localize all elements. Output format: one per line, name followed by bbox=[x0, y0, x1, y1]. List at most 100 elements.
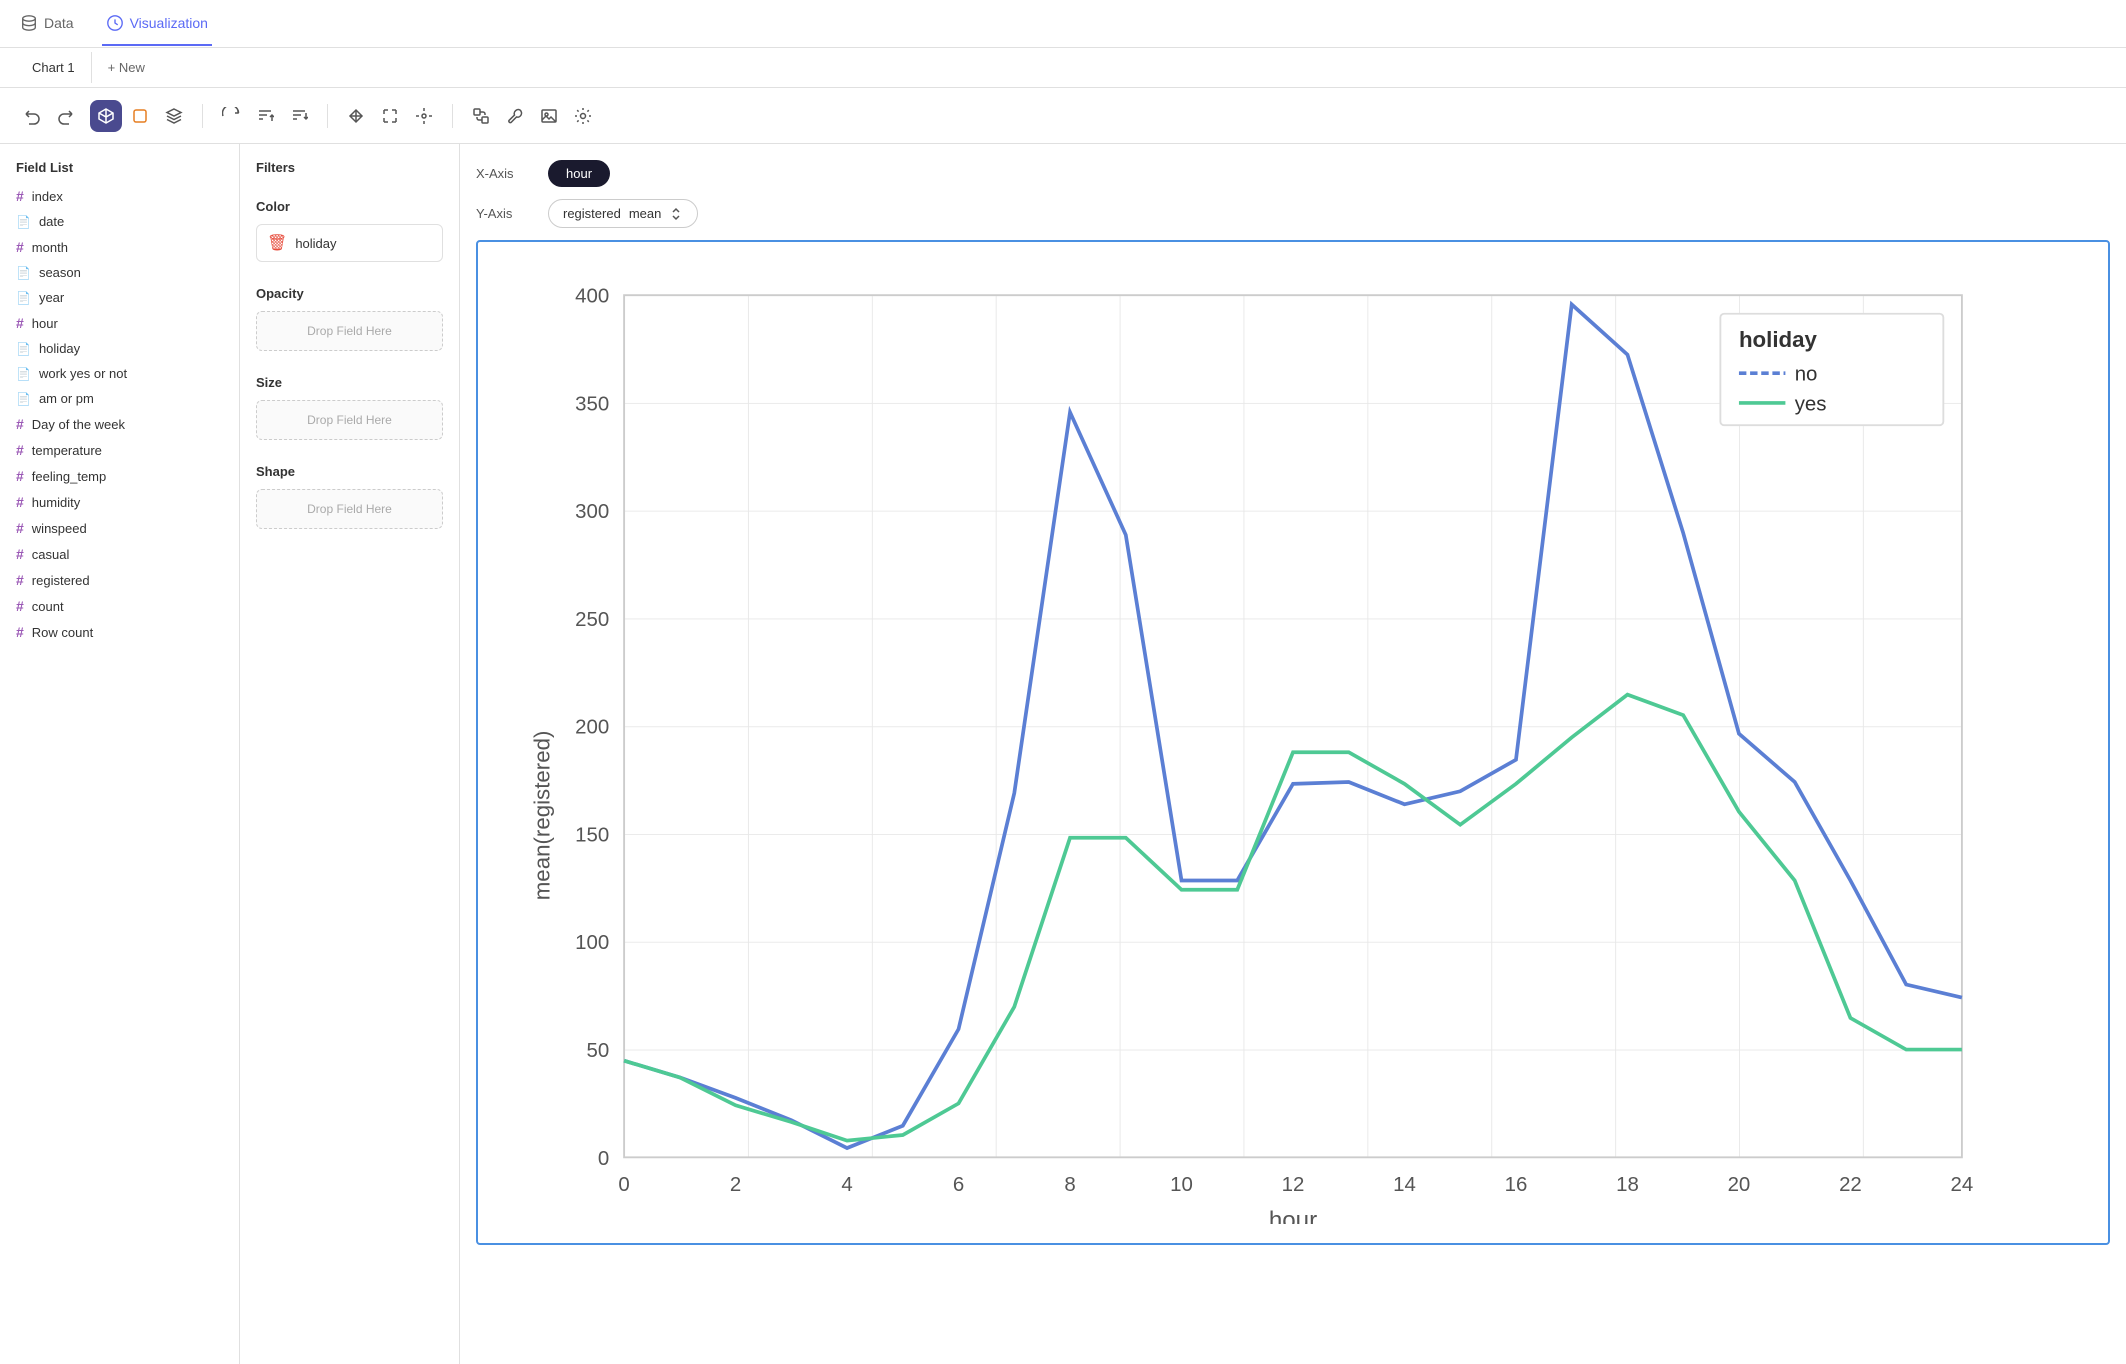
hash-icon: # bbox=[16, 468, 24, 484]
field-label: winspeed bbox=[32, 521, 87, 536]
y-tick-400: 400 bbox=[575, 286, 609, 308]
x-tick-14: 14 bbox=[1393, 1174, 1416, 1196]
visualization-icon bbox=[106, 14, 124, 32]
expand-settings-button[interactable] bbox=[408, 100, 440, 132]
field-item-feeling_temp[interactable]: # feeling_temp bbox=[0, 463, 239, 489]
toolbar-sort-group bbox=[215, 100, 315, 132]
x-tick-20: 20 bbox=[1728, 1174, 1751, 1196]
y-tick-250: 250 bbox=[575, 609, 609, 631]
nav-visualization[interactable]: Visualization bbox=[102, 2, 212, 46]
doc-icon: 📄 bbox=[16, 342, 31, 356]
field-item-temperature[interactable]: #temperature bbox=[0, 437, 239, 463]
transform-button[interactable] bbox=[465, 100, 497, 132]
filters-section: Filters bbox=[256, 160, 443, 175]
field-list-panel: Field List #index📄date#month📄season📄year… bbox=[0, 144, 240, 1364]
size-drop[interactable]: Drop Field Here bbox=[256, 400, 443, 440]
hash-icon: # bbox=[16, 239, 24, 255]
image-button[interactable] bbox=[533, 100, 565, 132]
field-item-day-of-the-week[interactable]: #Day of the week bbox=[0, 411, 239, 437]
hash-icon: # bbox=[16, 416, 24, 432]
expand-settings-icon bbox=[415, 107, 433, 125]
color-chip-delete[interactable]: 🗑 bbox=[267, 233, 287, 253]
chart-container: mean(registered) 400 350 300 250 bbox=[476, 240, 2110, 1245]
viz-mode-button[interactable] bbox=[90, 100, 122, 132]
x-axis-pill[interactable]: hour bbox=[548, 160, 610, 187]
x-axis-row: X-Axis hour bbox=[476, 160, 2110, 187]
transform-icon bbox=[472, 107, 490, 125]
field-item-season[interactable]: 📄season bbox=[0, 260, 239, 285]
field-item-registered[interactable]: #registered bbox=[0, 567, 239, 593]
sort-asc-button[interactable] bbox=[249, 100, 281, 132]
chevron-updown-icon bbox=[669, 207, 683, 221]
tab-chart1[interactable]: Chart 1 bbox=[16, 52, 92, 83]
x-tick-8: 8 bbox=[1064, 1174, 1075, 1196]
sort-desc-button[interactable] bbox=[283, 100, 315, 132]
field-item-hour[interactable]: #hour bbox=[0, 310, 239, 336]
wrench-button[interactable] bbox=[499, 100, 531, 132]
field-label: season bbox=[39, 265, 81, 280]
opacity-drop[interactable]: Drop Field Here bbox=[256, 311, 443, 351]
image-icon bbox=[540, 107, 558, 125]
sort-desc-icon bbox=[290, 107, 308, 125]
x-axis-label: X-Axis bbox=[476, 166, 536, 181]
toolbar-tools-group bbox=[465, 100, 599, 132]
nav-data[interactable]: Data bbox=[16, 2, 78, 46]
field-item-date[interactable]: 📄date bbox=[0, 209, 239, 234]
refresh-button[interactable] bbox=[215, 100, 247, 132]
toolbar-history-group bbox=[16, 100, 82, 132]
y-axis-chart-label: mean(registered) bbox=[530, 731, 555, 901]
field-label: am or pm bbox=[39, 391, 94, 406]
layers-button[interactable] bbox=[158, 100, 190, 132]
sort-asc-icon bbox=[256, 107, 274, 125]
field-label: feeling_temp bbox=[32, 469, 106, 484]
move-button[interactable] bbox=[340, 100, 372, 132]
x-tick-22: 22 bbox=[1839, 1174, 1862, 1196]
field-list-title: Field List bbox=[0, 156, 239, 183]
chart-svg: mean(registered) 400 350 300 250 bbox=[494, 258, 2092, 1224]
field-item-row-count[interactable]: #Row count bbox=[0, 619, 239, 645]
opacity-placeholder: Drop Field Here bbox=[307, 324, 392, 338]
tab-bar: Chart 1 + New bbox=[0, 48, 2126, 88]
y-tick-100: 100 bbox=[575, 932, 609, 954]
field-item-winspeed[interactable]: #winspeed bbox=[0, 515, 239, 541]
highlight-button[interactable] bbox=[124, 100, 156, 132]
field-item-humidity[interactable]: #humidity bbox=[0, 489, 239, 515]
tab-new-label: + New bbox=[108, 60, 145, 75]
undo-button[interactable] bbox=[16, 100, 48, 132]
field-item-casual[interactable]: #casual bbox=[0, 541, 239, 567]
field-item-index[interactable]: #index bbox=[0, 183, 239, 209]
field-item-holiday[interactable]: 📄holiday bbox=[0, 336, 239, 361]
x-tick-4: 4 bbox=[841, 1174, 852, 1196]
color-chip[interactable]: 🗑 holiday bbox=[256, 224, 443, 262]
y-tick-0: 0 bbox=[598, 1148, 609, 1170]
field-item-year[interactable]: 📄year bbox=[0, 285, 239, 310]
image-config-button[interactable] bbox=[567, 100, 599, 132]
x-tick-10: 10 bbox=[1170, 1174, 1193, 1196]
hash-icon: # bbox=[16, 572, 24, 588]
field-item-count[interactable]: #count bbox=[0, 593, 239, 619]
image-config-icon bbox=[574, 107, 592, 125]
redo-button[interactable] bbox=[50, 100, 82, 132]
separator-1 bbox=[202, 104, 203, 128]
expand-icon bbox=[381, 107, 399, 125]
size-title: Size bbox=[256, 375, 443, 390]
field-item-am-or-pm[interactable]: 📄am or pm bbox=[0, 386, 239, 411]
field-item-work-yes-or-not[interactable]: 📄work yes or not bbox=[0, 361, 239, 386]
legend-no-label: no bbox=[1795, 364, 1818, 386]
opacity-title: Opacity bbox=[256, 286, 443, 301]
y-axis-pill[interactable]: registered mean bbox=[548, 199, 698, 228]
shape-title: Shape bbox=[256, 464, 443, 479]
chart-panel: X-Axis hour Y-Axis registered mean bbox=[460, 144, 2126, 1364]
shape-placeholder: Drop Field Here bbox=[307, 502, 392, 516]
wrench-icon bbox=[506, 107, 524, 125]
y-axis-row: Y-Axis registered mean bbox=[476, 199, 2110, 228]
toolbar bbox=[0, 88, 2126, 144]
hash-icon: # bbox=[16, 442, 24, 458]
hash-icon: # bbox=[16, 494, 24, 510]
expand-button[interactable] bbox=[374, 100, 406, 132]
tab-new[interactable]: + New bbox=[92, 52, 161, 83]
shape-drop[interactable]: Drop Field Here bbox=[256, 489, 443, 529]
field-item-month[interactable]: #month bbox=[0, 234, 239, 260]
toolbar-view-group bbox=[340, 100, 440, 132]
color-section: Color 🗑 holiday bbox=[256, 199, 443, 262]
